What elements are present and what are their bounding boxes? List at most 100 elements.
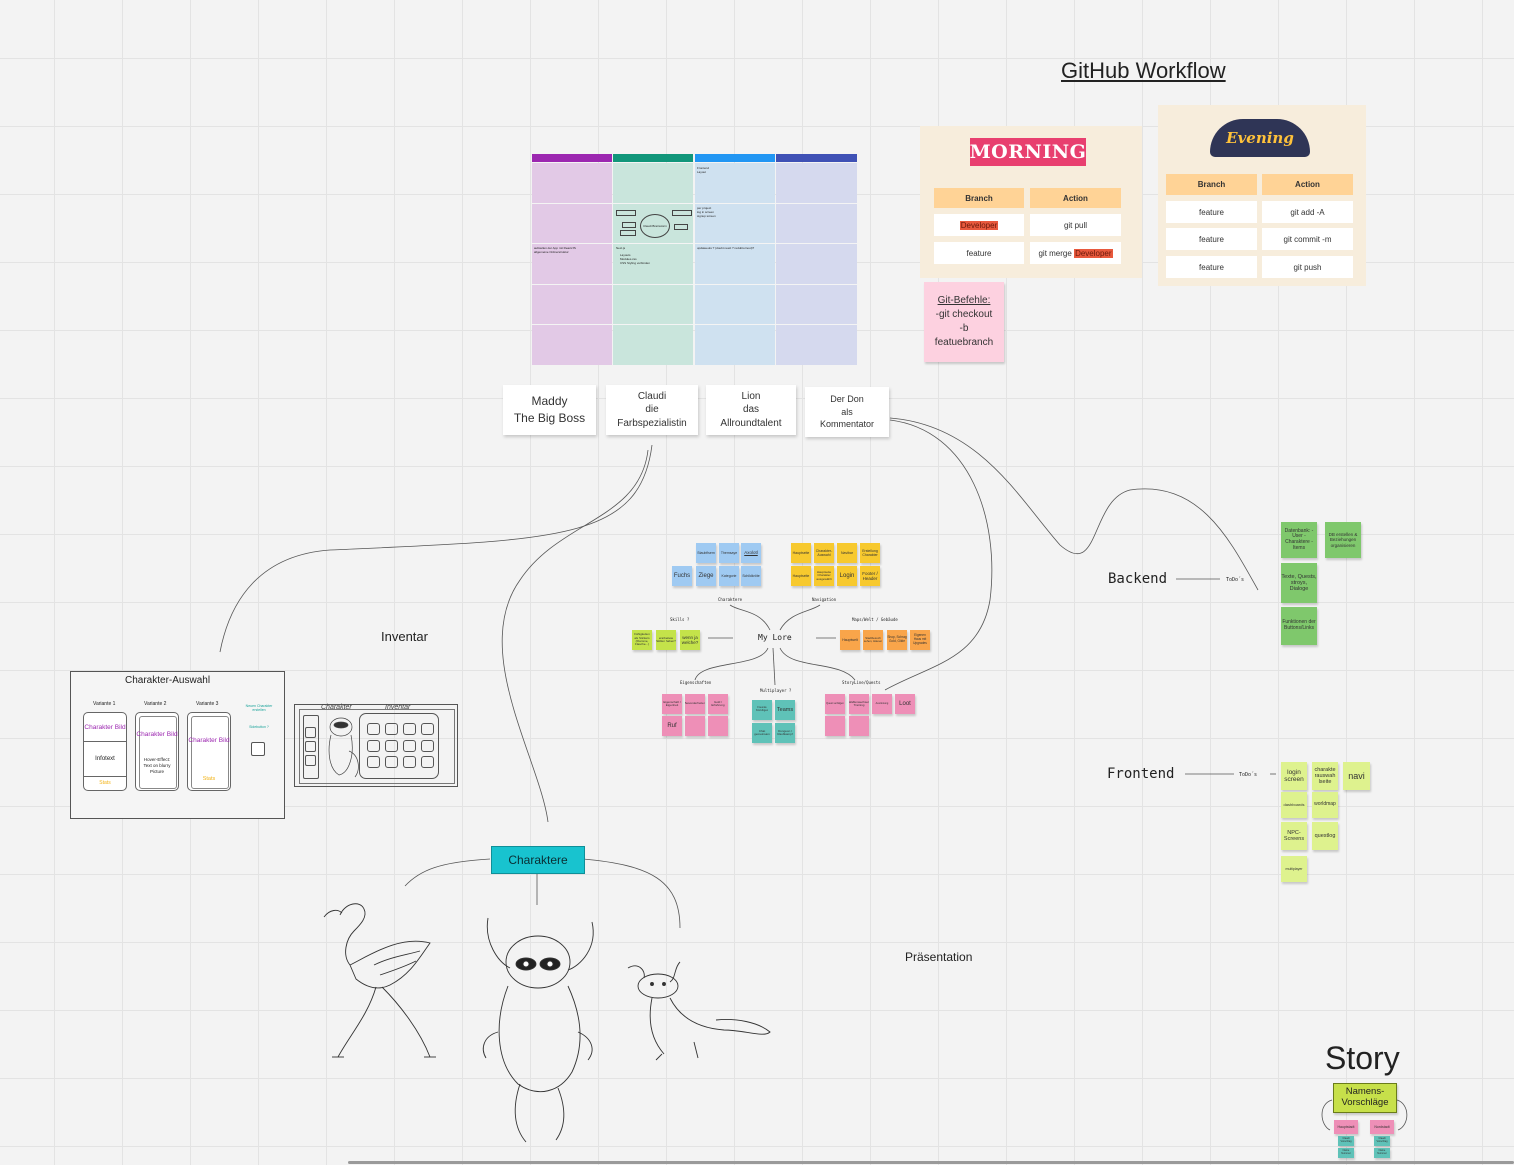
note-eigen-3[interactable]: Gold / Erfahrung: [708, 694, 728, 714]
note-nav-7[interactable]: Login: [837, 566, 857, 586]
story-sub-left[interactable]: Hauptstadt: [1334, 1120, 1358, 1134]
note-eigen-4[interactable]: Ruf: [662, 716, 682, 736]
note-eigen-1[interactable]: Eigenschaft / Eigenheit: [662, 694, 682, 714]
note-char-2[interactable]: Themsaye: [719, 543, 739, 563]
note-char-5[interactable]: Ziege: [696, 566, 716, 586]
evening-row-1-action: git add -A: [1262, 201, 1353, 223]
note-skill-2[interactable]: erarbeitete Skillen haben?: [656, 630, 676, 650]
morning-header-branch: Branch: [934, 188, 1024, 208]
note-nav-1[interactable]: Hauptseite: [791, 543, 811, 563]
note-story-blank-1[interactable]: [825, 716, 845, 736]
branch-multiplayer: Multiplayer ?: [760, 688, 792, 693]
branch-navigation: Navigation: [812, 597, 837, 602]
story-teal-right-2[interactable]: Name Nummer: [1374, 1148, 1390, 1158]
morning-header-action: Action: [1030, 188, 1121, 208]
mindmap-center: My Lore: [758, 633, 792, 642]
frontend-note-1[interactable]: login screen: [1281, 762, 1307, 790]
note-nav-3[interactable]: Navibar: [837, 543, 857, 563]
note-nav-5[interactable]: Hauptseite: [791, 566, 811, 586]
connector-claudi-auswahl: [219, 444, 653, 653]
evening-row-2-branch: feature: [1166, 228, 1257, 250]
backend-note-4[interactable]: Funktionen der Buttons/Links: [1281, 607, 1317, 645]
flamingo-sketch: [323, 903, 436, 1058]
note-nav-4[interactable]: Erstellung Charakter: [860, 543, 880, 563]
kanban-col1: [532, 163, 612, 365]
note-map-4[interactable]: Eigenen Haus mit Upgrades: [910, 630, 930, 650]
note-story-4[interactable]: Loot: [895, 694, 915, 714]
note-eigen-blank-2[interactable]: [708, 716, 728, 736]
team-card-don[interactable]: Der Don als Kommentator: [805, 387, 889, 437]
note-multi-4[interactable]: Dungeon / Raubkampf: [775, 723, 795, 743]
morning-row-1-action: git pull: [1030, 214, 1121, 236]
note-nav-6[interactable]: Hauptseite Charakter ausgewählt: [814, 566, 834, 586]
backend-todo: ToDo´s: [1226, 577, 1245, 583]
branch-story: StoryLine/Quests: [842, 680, 881, 685]
note-char-6[interactable]: Kategorie: [719, 566, 739, 586]
story-teal-left-1[interactable]: Claudi Vorschlag: [1338, 1136, 1354, 1146]
note-char-3[interactable]: Axolotl: [741, 543, 761, 563]
frontend-note-2[interactable]: charakte rauswah lseite: [1312, 762, 1338, 790]
note-multi-1[interactable]: Freunde hinzufügen: [752, 700, 772, 720]
note-multi-2[interactable]: Teams: [775, 700, 795, 720]
frontend-note-7[interactable]: questlog: [1312, 822, 1338, 850]
evening-panel: Evening Branch Action feature git add -A…: [1158, 105, 1366, 286]
namens-vorschlaege-note[interactable]: Namens-Vorschläge: [1333, 1083, 1397, 1113]
note-multi-3[interactable]: Chat gemeinsam: [752, 723, 772, 743]
story-teal-right-1[interactable]: Claudi Vorschlag: [1374, 1136, 1390, 1146]
backend-note-2[interactable]: DB erstellen & Beziehungen organisieren: [1325, 522, 1361, 558]
evening-row-3-action: git push: [1262, 256, 1353, 278]
branch-eigenschaften: Eigenschaften: [680, 680, 712, 685]
connector-don-todo: [889, 417, 1259, 591]
note-char-1[interactable]: Staubfisem: [696, 543, 716, 563]
git-commands-note[interactable]: Git-Befehle: -git checkout -b featuebran…: [924, 282, 1004, 362]
evening-header-branch: Branch: [1166, 174, 1257, 195]
frontend-note-4[interactable]: dashboards: [1281, 792, 1307, 818]
note-map-1[interactable]: Hauptwelt: [840, 630, 860, 650]
branch-maps: Maps/Welt / Gebäude: [852, 617, 898, 622]
backend-note-1[interactable]: Datenbank: -User -Charaktere -Items: [1281, 522, 1317, 558]
note-char-7[interactable]: Schildkröte: [741, 566, 761, 586]
variant-1-card[interactable]: Charakter Bild Infotext Stats: [83, 712, 127, 791]
evening-row-1-branch: feature: [1166, 201, 1257, 223]
note-map-2[interactable]: Stadtbesuch sehen, Häuser: [863, 630, 883, 650]
kanban-board: Frontend Layout per project log in scree…: [532, 154, 857, 365]
note-eigen-2[interactable]: Besonderheiten: [685, 694, 705, 714]
note-map-3[interactable]: Shop, Schrag Gold, Gilde: [887, 630, 907, 650]
note-nav-2[interactable]: Charakter-Auswahl: [814, 543, 834, 563]
raccoon-mini-sketch: [328, 717, 359, 778]
note-story-blank-2[interactable]: [849, 716, 869, 736]
note-char-4[interactable]: Fuchs: [672, 566, 692, 586]
team-card-lion[interactable]: Lion das Allroundtalent: [706, 385, 796, 435]
workflow-title: GitHub Workflow: [1061, 58, 1226, 83]
charaktere-node[interactable]: Charaktere: [491, 846, 585, 874]
morning-badge: MORNING: [970, 138, 1086, 166]
variant-3-card[interactable]: Charakter Bild Stats: [187, 712, 231, 791]
note-story-3[interactable]: Ausrüstung: [872, 694, 892, 714]
branch-charaktere: Charaktere: [718, 597, 743, 602]
note-skill-3[interactable]: wenn ja welche?: [680, 630, 700, 650]
evening-badge: Evening: [1210, 119, 1310, 157]
variant-2-card[interactable]: Charakter Bild Hover-Effect: Text on blu…: [135, 712, 179, 791]
backend-note-3[interactable]: Texte, Quests, stroys, Dialoge: [1281, 563, 1317, 603]
frontend-title: Frontend: [1107, 766, 1175, 782]
horizontal-scrollbar[interactable]: [348, 1161, 1514, 1164]
frontend-note-5[interactable]: worldmap: [1312, 792, 1338, 818]
frontend-note-8[interactable]: multiplayer: [1281, 856, 1307, 882]
frontend-note-3[interactable]: navi: [1343, 762, 1370, 790]
new-character-button[interactable]: [251, 742, 265, 756]
evening-header-action: Action: [1262, 174, 1353, 195]
note-skill-1[interactable]: Fähigkeiten als Stickers (Flamme, Flasch…: [632, 630, 652, 650]
note-nav-8[interactable]: Footer / Header: [860, 566, 880, 586]
frontend-note-6[interactable]: NPC-Screens: [1281, 822, 1307, 850]
branch-skills: Skills ?: [670, 617, 690, 622]
team-card-maddy[interactable]: Maddy The Big Boss: [503, 385, 596, 435]
note-story-1[interactable]: Quest verfolgen: [825, 694, 845, 714]
morning-row-2-action: git merge Developer: [1030, 242, 1121, 264]
note-story-2[interactable]: Waffenwechsel, Training: [849, 694, 869, 714]
story-teal-left-2[interactable]: Name Nummer: [1338, 1148, 1354, 1158]
team-card-claudi[interactable]: Claudi die Farbspezialistin: [606, 385, 698, 435]
kanban-brainstorm-bubble: Claudi Brainstorm: [640, 214, 670, 238]
kanban-col3-header: [695, 154, 775, 162]
note-eigen-blank-1[interactable]: [685, 716, 705, 736]
story-sub-right[interactable]: Nordstadt: [1370, 1120, 1394, 1134]
